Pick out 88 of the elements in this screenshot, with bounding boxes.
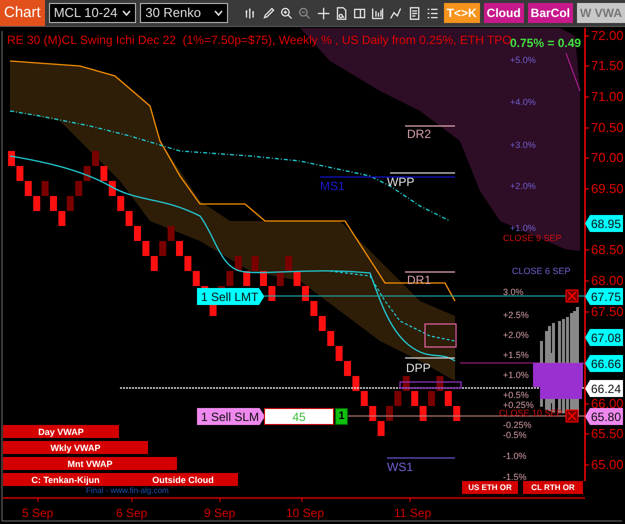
zoom-in-icon[interactable]	[280, 6, 294, 20]
date-label: 10 Sep	[286, 507, 324, 519]
bar-chart-icon[interactable]	[244, 6, 257, 20]
date-label: 5 Sep	[22, 507, 54, 519]
range-button[interactable]: US ETH OR	[462, 481, 518, 494]
pivot-label: DR2	[407, 128, 432, 140]
highlight-rect	[424, 323, 457, 348]
highlight-rect	[399, 381, 462, 389]
credit-link[interactable]: Final - www.fin-alg.com	[86, 487, 169, 495]
close-label: CLOSE 10 SEP	[499, 409, 563, 418]
close-icon[interactable]	[566, 290, 578, 302]
order-count: 1	[335, 408, 348, 425]
percent-label: +0.25%	[503, 401, 534, 410]
pivot-line	[387, 457, 455, 459]
toggle-button[interactable]: BarCol	[528, 3, 573, 23]
price-label: 65.50	[591, 427, 624, 440]
symbol-dropdown[interactable]: MCL 10-24	[48, 3, 136, 23]
percent-label: -1.5%	[503, 473, 527, 482]
zoom-out-icon[interactable]	[298, 6, 312, 20]
percent-label: +3.0%	[510, 141, 536, 150]
price-label: 71.00	[591, 90, 624, 103]
pivot-line	[390, 172, 455, 174]
chart-heading: RE 30 (M)CL Swing Ichi Dec 22 (1%=7.50p=$75), Weekly % , US Daily from 0.25%, ETH TPO	[7, 34, 512, 46]
caret-icon[interactable]	[122, 10, 132, 16]
close-icon[interactable]	[566, 410, 578, 422]
order-tag[interactable]: 1 Sell LMT	[197, 288, 264, 305]
price-label: 66.00	[591, 397, 624, 410]
pivot-label: MS1	[320, 180, 345, 192]
pivot-label: WPP	[387, 176, 414, 188]
line-chart-icon[interactable]	[389, 6, 403, 20]
percent-label: +5.0%	[510, 56, 536, 65]
interval-dropdown[interactable]: 30 Renko	[140, 3, 228, 23]
document-search-icon[interactable]	[334, 6, 348, 20]
price-tag: 67.75	[585, 288, 623, 305]
study-button[interactable]: Mnt VWAP	[3, 457, 177, 470]
price-label: 70.00	[591, 151, 624, 164]
bar-frame-icon[interactable]	[371, 6, 384, 20]
price-tag: 66.66	[585, 355, 623, 372]
cloud-edge-line	[566, 52, 580, 92]
price-label: 68.00	[591, 274, 624, 287]
percent-label: -0.25%	[503, 421, 532, 430]
study-button[interactable]: Wkly VWAP	[3, 441, 148, 454]
price-label: 69.50	[591, 182, 624, 195]
list-icon[interactable]	[426, 6, 440, 20]
ratio-text: 0.75% = 0.49	[510, 37, 582, 49]
study-button[interactable]: Day VWAP	[3, 425, 119, 438]
toggle-button[interactable]: Cloud	[484, 3, 524, 23]
percent-label: +2.5%	[503, 311, 529, 320]
pencil-icon[interactable]	[262, 6, 276, 20]
order-tag[interactable]: 1 Sell SLM	[197, 408, 266, 425]
pivot-line	[405, 125, 455, 127]
price-tag: 68.95	[585, 215, 623, 232]
date-label: 11 Sep	[394, 507, 432, 519]
percent-label: +1.0%	[510, 224, 536, 233]
price-label: 65.00	[591, 458, 624, 471]
percent-label: +1.0%	[503, 371, 529, 380]
study-button[interactable]: C: Tenkan-Kijun	[3, 473, 128, 486]
percent-label: -1.0%	[503, 452, 527, 461]
pivot-line	[405, 357, 455, 359]
price-tag: 66.24	[585, 380, 623, 397]
percent-label: +1.5%	[503, 351, 529, 360]
chart-title: Chart	[0, 0, 45, 26]
close-label: CLOSE 6 SEP	[512, 267, 571, 276]
price-tag: 65.80	[585, 408, 623, 425]
pivot-line	[405, 271, 455, 273]
price-label: 72.00	[591, 29, 624, 42]
percent-label: +2.0%	[503, 331, 529, 340]
price-label: 67.50	[591, 305, 624, 318]
date-label: 9 Sep	[204, 507, 236, 519]
pivot-label: WS1	[387, 461, 414, 473]
percent-label: +2.0%	[510, 182, 536, 191]
panel-icon[interactable]	[352, 6, 366, 20]
price-label: 70.50	[591, 121, 624, 134]
pivot-label: DPP	[406, 362, 431, 374]
range-button[interactable]: CL RTH OR	[523, 481, 583, 494]
price-label: 71.50	[591, 59, 624, 72]
percent-label: +4.0%	[510, 98, 536, 107]
document-icon[interactable]	[408, 6, 421, 20]
percent-label: +0.5%	[503, 391, 529, 400]
price-label: 68.50	[591, 243, 624, 256]
study-button[interactable]: Outside Cloud	[128, 473, 238, 486]
caret-icon[interactable]	[214, 10, 223, 16]
date-label: 6 Sep	[116, 507, 148, 519]
percent-label: 3.0%	[503, 288, 524, 297]
crosshair-icon[interactable]	[316, 6, 330, 20]
price-tag: 67.08	[585, 329, 623, 346]
percent-label: -0.5%	[503, 431, 527, 440]
close-label: CLOSE 9 SEP	[503, 234, 562, 243]
